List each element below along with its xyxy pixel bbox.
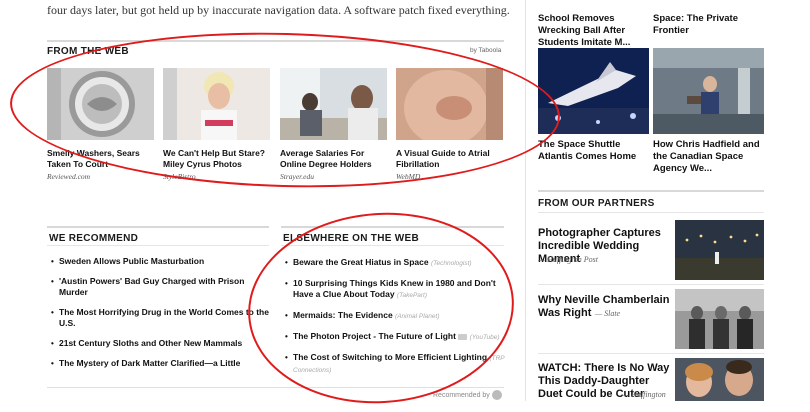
we-recommend-heading: WE RECOMMEND: [49, 233, 139, 244]
partner-source: — Huffington: [622, 390, 666, 399]
section-rule: [538, 212, 764, 213]
list-item[interactable]: Sweden Allows Public Masturbation: [49, 256, 275, 267]
sidebar-top-caption[interactable]: School Removes Wrecking Ball After Stude…: [538, 13, 648, 49]
section-rule: [538, 190, 764, 192]
list-item[interactable]: The Mystery of Dark Matter Clarified—a L…: [49, 358, 275, 369]
article-intro-text: four days later, but got held up by inac…: [47, 3, 510, 17]
partner-source: — Huffington Post: [538, 255, 599, 264]
list-item[interactable]: 21st Century Sloths and Other New Mammal…: [49, 338, 275, 349]
sidebar-tile-caption[interactable]: How Chris Hadfield and the Canadian Spac…: [653, 139, 768, 175]
partner-source: — Slate: [595, 309, 621, 318]
astronaut-thumbnail[interactable]: [653, 48, 764, 134]
section-rule: [538, 353, 764, 354]
outbrain-logo-icon[interactable]: [492, 390, 502, 400]
wedding-thumbnail[interactable]: [675, 220, 764, 280]
web-item-source: Reviewed.com: [47, 172, 91, 181]
duet-thumbnail[interactable]: [675, 358, 764, 401]
list-item[interactable]: The Most Horrifying Drug in the World Co…: [49, 307, 275, 329]
taboola-sponsor-label[interactable]: by Taboola: [470, 47, 501, 54]
sidebar-tile-caption[interactable]: The Space Shuttle Atlantis Comes Home: [538, 139, 648, 163]
section-rule: [538, 284, 764, 285]
sidebar-top-caption[interactable]: Space: The Private Frontier: [653, 13, 768, 37]
we-recommend-list: Sweden Allows Public Masturbation 'Austi…: [49, 256, 275, 369]
column-divider: [525, 0, 526, 401]
partners-heading: FROM OUR PARTNERS: [538, 198, 655, 209]
recommended-by-label[interactable]: Recommended by: [433, 392, 490, 399]
section-rule: [47, 245, 269, 246]
list-item[interactable]: 'Austin Powers' Bad Guy Charged with Pri…: [49, 276, 275, 298]
section-rule: [47, 226, 269, 228]
chamberlain-thumbnail[interactable]: [675, 289, 764, 349]
